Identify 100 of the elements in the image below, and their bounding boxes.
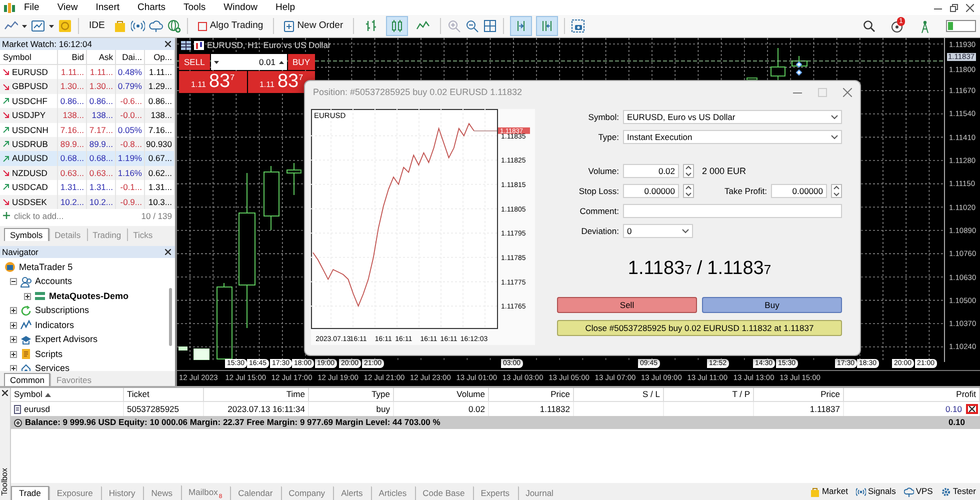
notification-icon[interactable] xyxy=(891,20,904,32)
market-button[interactable]: Market xyxy=(810,486,848,497)
dropdown[interactable]: Instant Execution xyxy=(623,130,842,144)
add-symbol-link[interactable]: click to add... xyxy=(14,210,64,221)
tree-item[interactable]: Services xyxy=(35,363,70,371)
tree-item[interactable]: Expert Advisors xyxy=(35,334,98,346)
close-icon[interactable] xyxy=(2,390,8,396)
zoom-out-icon[interactable] xyxy=(465,19,480,33)
tab[interactable]: Alerts xyxy=(333,486,371,500)
buy-button[interactable]: BUY xyxy=(288,54,315,70)
menu-item[interactable]: Tools xyxy=(174,2,215,14)
expand-icon[interactable] xyxy=(10,336,17,344)
tab[interactable]: Trade xyxy=(11,486,49,500)
tester-button[interactable]: Tester xyxy=(940,486,976,497)
column-header[interactable]: T / P xyxy=(664,388,754,402)
symbol-cell[interactable]: AUDUSD xyxy=(0,151,58,166)
spinner-icon[interactable] xyxy=(683,184,694,198)
tree-item[interactable]: MetaQuotes-Demo xyxy=(49,290,129,302)
tab[interactable]: Mailbox$_{8}$ xyxy=(180,485,230,500)
tree-item[interactable]: Accounts xyxy=(35,276,72,288)
volume-field[interactable]: 0.01 xyxy=(210,54,287,70)
symbol-cell[interactable]: NZDUSD xyxy=(0,166,58,180)
up-arrow-icon[interactable] xyxy=(278,58,285,66)
vps-button[interactable]: VPS xyxy=(904,486,933,497)
camera-icon[interactable] xyxy=(571,19,586,33)
tab[interactable]: Articles xyxy=(370,486,415,500)
menu-item[interactable]: File xyxy=(15,2,48,14)
down-arrow-icon[interactable] xyxy=(212,58,220,66)
close-icon[interactable] xyxy=(165,41,171,47)
caret-icon[interactable] xyxy=(22,24,27,28)
tab[interactable]: Company xyxy=(280,486,334,500)
dropdown[interactable]: EURUSD, Euro vs US Dollar xyxy=(623,110,842,124)
tab[interactable]: News xyxy=(143,486,181,500)
symbol-cell[interactable]: USDCAD xyxy=(0,180,58,195)
expand-icon[interactable] xyxy=(24,292,31,300)
connection-status-bar[interactable] xyxy=(946,20,976,32)
new-order-button[interactable]: New Order xyxy=(280,18,348,34)
tree-item[interactable]: Scripts xyxy=(35,348,63,360)
grid-icon[interactable] xyxy=(483,19,498,33)
input-field[interactable]: 0.02 xyxy=(623,164,679,178)
expand-icon[interactable] xyxy=(14,418,22,426)
symbol-cell[interactable]: USDJPY xyxy=(0,108,58,123)
tab[interactable]: Code Base xyxy=(414,486,473,500)
expand-icon[interactable] xyxy=(10,350,17,358)
spinner-icon[interactable] xyxy=(683,164,694,178)
column-header[interactable]: Type xyxy=(309,388,394,402)
tab[interactable]: Calendar xyxy=(230,486,281,500)
menu-item[interactable]: Help xyxy=(266,2,304,14)
close-position-button[interactable] xyxy=(966,404,978,414)
algo-trading-button[interactable]: Algo Trading xyxy=(194,18,268,34)
symbol-cell[interactable]: USDSEK xyxy=(0,194,58,209)
tab[interactable]: History xyxy=(100,486,144,500)
spinner-icon[interactable] xyxy=(831,184,842,198)
signals-button[interactable]: Signals xyxy=(856,486,896,497)
restore-icon[interactable] xyxy=(950,4,958,12)
caret-icon[interactable] xyxy=(49,24,54,28)
expand-icon[interactable] xyxy=(10,307,17,314)
tab[interactable]: Symbols xyxy=(4,228,49,241)
close-icon[interactable] xyxy=(165,248,171,255)
menu-item[interactable]: Insert xyxy=(86,2,128,14)
column-header[interactable]: Price xyxy=(489,388,574,402)
column-header[interactable]: S / L xyxy=(574,388,664,402)
expand-icon[interactable] xyxy=(10,322,17,329)
chart-type-button[interactable] xyxy=(386,16,408,36)
cloud-icon[interactable] xyxy=(148,19,163,33)
tab[interactable]: Experts xyxy=(472,486,518,500)
tree-item[interactable]: Subscriptions xyxy=(35,305,90,316)
broadcast-icon[interactable] xyxy=(130,19,145,33)
menu-item[interactable]: Charts xyxy=(128,2,174,14)
signal-tower-icon[interactable] xyxy=(920,20,930,32)
sell-button[interactable]: SELL xyxy=(179,54,210,70)
sell-button[interactable]: Sell xyxy=(557,296,697,313)
dropdown[interactable]: 0 xyxy=(623,224,693,238)
chart-shift-button[interactable] xyxy=(536,16,558,36)
column-header[interactable]: Symbol xyxy=(11,388,124,402)
symbol-cell[interactable]: GBPUSD xyxy=(0,79,58,94)
collapse-icon[interactable] xyxy=(10,278,17,286)
close-position-button[interactable]: Close #50537285925 buy 0.02 EURUSD 1.11832 at 1.11837 xyxy=(557,320,842,336)
column-header[interactable]: Ticket xyxy=(124,388,204,402)
symbol-cell[interactable]: EURUSD xyxy=(0,65,58,80)
plus-icon[interactable] xyxy=(3,212,10,220)
menu-item[interactable]: View xyxy=(48,2,87,14)
tree-item[interactable]: MetaTrader 5 xyxy=(19,262,73,273)
close-icon[interactable] xyxy=(966,4,974,12)
column-header[interactable]: Profit xyxy=(844,388,980,402)
template-icon[interactable] xyxy=(31,19,45,33)
scrollbar[interactable] xyxy=(169,288,172,346)
input-field[interactable]: 0.00000 xyxy=(771,184,827,198)
buy-button[interactable]: Buy xyxy=(702,296,842,313)
menu-item[interactable]: Window xyxy=(214,2,266,14)
autoscroll-button[interactable] xyxy=(510,16,532,36)
symbol-cell[interactable]: USDCNH xyxy=(0,122,58,137)
input-field[interactable]: 0.00000 xyxy=(623,184,679,198)
column-header[interactable]: Volume xyxy=(394,388,489,402)
tree-item[interactable]: Indicators xyxy=(35,320,74,331)
globe-icon[interactable] xyxy=(166,19,181,33)
tab[interactable]: Exposure xyxy=(48,486,101,500)
ide-button[interactable]: IDE xyxy=(85,18,109,34)
column-header[interactable]: Price xyxy=(754,388,844,402)
tab[interactable]: Journal xyxy=(518,486,562,500)
